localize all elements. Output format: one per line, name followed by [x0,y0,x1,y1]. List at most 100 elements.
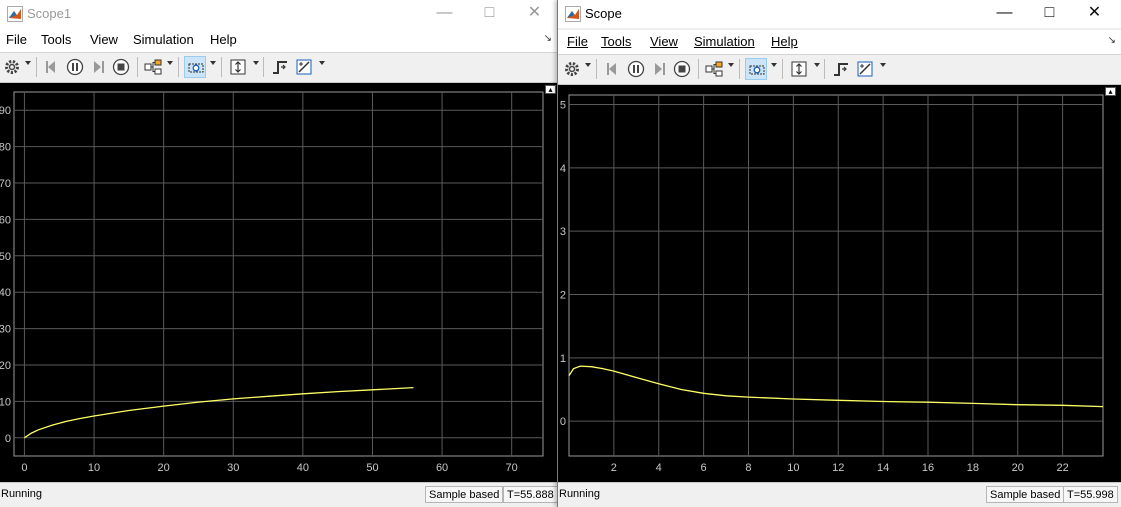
x-tick-label: 2 [611,462,617,474]
window-title: Scope1 [27,6,72,21]
y-tick-label: 0 [560,416,566,428]
stop-icon[interactable] [671,58,693,80]
menu-tools[interactable]: Tools [41,32,71,47]
scale-axes-icon[interactable] [788,58,810,80]
settings-icon[interactable] [561,58,583,80]
step-forward-icon[interactable] [648,58,670,80]
settings-dropdown-icon[interactable] [25,61,31,65]
x-tick-label: 8 [745,462,751,474]
toolbar-separator [782,59,783,79]
toolbar-separator [698,59,699,79]
menu-simulation[interactable]: Simulation [133,32,194,47]
x-tick-label: 22 [1056,462,1068,474]
plot-area[interactable]: 0 10 20 30 40 50 60 70 0 10 20 30 40 50 60 70 80 90 [0,83,557,483]
toolbar-separator [263,57,264,77]
x-tick-label: 16 [922,462,934,474]
highlight-dropdown-icon[interactable] [167,61,173,65]
step-back-icon[interactable] [41,56,63,78]
x-tick-label: 12 [832,462,844,474]
scope1-window: Scope1 — □ ✕ File Tools View Simulation … [0,0,557,507]
toolbar-separator [596,59,597,79]
status-state: Running [1,488,42,500]
menu-tools[interactable]: Tools [601,34,631,49]
x-tick-label: 10 [88,462,100,474]
scale-dropdown-icon[interactable] [253,61,259,65]
toolbar-separator [739,59,740,79]
cursor-measurements-icon[interactable] [854,58,876,80]
menu-bar: File Tools View Simulation Help ↘ [0,28,557,53]
highlight-simulink-block-icon[interactable] [703,58,725,80]
close-button[interactable]: ✕ [512,0,557,28]
y-tick-label: 3 [560,226,566,238]
status-bar: Running Sample based T=55.998 [558,482,1121,507]
highlight-dropdown-icon[interactable] [728,63,734,67]
maximize-button[interactable]: □ [1027,0,1072,28]
zoom-dropdown-icon[interactable] [771,63,777,67]
maximize-button[interactable]: □ [467,0,512,28]
plot-area[interactable]: 2 4 6 8 10 12 14 16 18 20 22 0 1 2 3 4 5 [558,85,1121,483]
step-forward-icon[interactable] [87,56,109,78]
title-bar[interactable]: Scope — □ ✕ [558,0,1121,28]
y-tick-label: 50 [0,251,11,263]
menu-help[interactable]: Help [210,32,237,47]
plot-canvas: 2 4 6 8 10 12 14 16 18 20 22012345 [560,94,1104,474]
matlab-app-icon [565,6,581,22]
y-tick-label: 0 [5,433,11,445]
menu-view[interactable]: View [650,34,678,49]
menu-file[interactable]: File [567,34,588,49]
minimize-button[interactable]: — [982,0,1027,28]
series-line [568,365,1104,408]
expand-axes-icon[interactable]: ▴ [1105,87,1116,96]
step-back-icon[interactable] [602,58,624,80]
measurements-dropdown-icon[interactable] [880,63,886,67]
x-tick-label: 14 [877,462,889,474]
close-button[interactable]: ✕ [1072,0,1117,28]
x-tick-label: 6 [701,462,707,474]
dock-icon[interactable]: ↘ [544,33,552,44]
toolbar-separator [36,57,37,77]
x-tick-label: 4 [656,462,662,474]
matlab-app-icon [7,6,23,22]
pause-icon[interactable] [625,58,647,80]
x-tick-label: 40 [297,462,309,474]
x-tick-label: 50 [366,462,378,474]
settings-dropdown-icon[interactable] [585,63,591,67]
toolbar-separator [137,57,138,77]
scope-window: Scope — □ ✕ File Tools View Simulation H… [557,0,1121,507]
highlight-simulink-block-icon[interactable] [142,56,164,78]
scale-dropdown-icon[interactable] [814,63,820,67]
triggers-icon[interactable] [269,56,291,78]
menu-simulation[interactable]: Simulation [694,34,755,49]
x-tick-label: 70 [506,462,518,474]
y-tick-label: 60 [0,214,11,226]
toolbar-separator [824,59,825,79]
menu-file[interactable]: File [6,32,27,47]
measurements-dropdown-icon[interactable] [319,61,325,65]
y-tick-label: 20 [0,360,11,372]
zoom-dropdown-icon[interactable] [210,61,216,65]
scale-axes-icon[interactable] [227,56,249,78]
menu-bar: File Tools View Simulation Help ↘ [558,30,1121,55]
status-mode: Sample based [425,486,504,503]
menu-view[interactable]: View [90,32,118,47]
pause-icon[interactable] [64,56,86,78]
dock-icon[interactable]: ↘ [1108,35,1116,46]
zoom-icon[interactable] [184,56,206,78]
y-tick-label: 30 [0,324,11,336]
menu-help[interactable]: Help [771,34,798,49]
zoom-icon[interactable] [745,58,767,80]
toolbar-separator [178,57,179,77]
triggers-icon[interactable] [830,58,852,80]
settings-icon[interactable] [1,56,23,78]
x-tick-label: 30 [227,462,239,474]
title-bar[interactable]: Scope1 — □ ✕ [0,0,557,28]
stop-icon[interactable] [110,56,132,78]
y-tick-label: 10 [0,396,11,408]
minimize-button[interactable]: — [422,0,467,28]
y-tick-label: 40 [0,287,11,299]
status-time: T=55.888 [503,486,557,503]
plot-canvas: 0 10 20 30 40 50 60 70 0 10 20 30 40 50 60 70 80 90 [0,91,544,474]
toolbar [0,53,557,83]
cursor-measurements-icon[interactable] [293,56,315,78]
expand-axes-icon[interactable]: ▴ [545,85,556,94]
